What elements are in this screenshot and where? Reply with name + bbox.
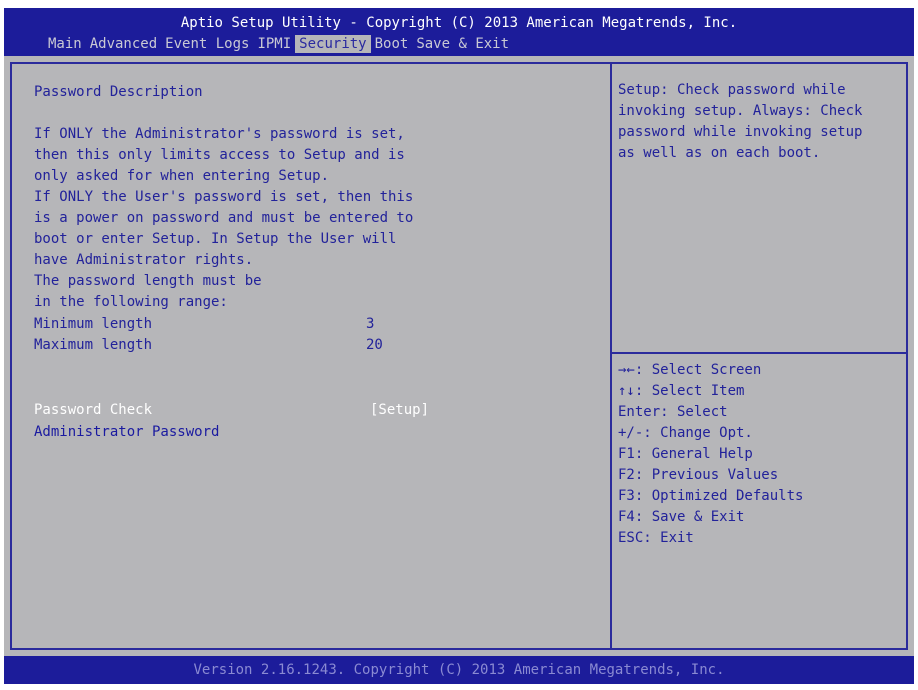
tab-bar: Main Advanced Event Logs IPMI Security B… xyxy=(44,35,513,53)
key-select-screen: →←: Select Screen xyxy=(618,362,762,378)
version-footer: Version 2.16.1243. Copyright (C) 2013 Am… xyxy=(193,662,725,678)
key-f3: F3: Optimized Defaults xyxy=(618,488,804,504)
description-line: If ONLY the Administrator's password is … xyxy=(34,126,405,142)
description-line: The password length must be xyxy=(34,273,262,289)
help-line: invoking setup. Always: Check xyxy=(618,103,863,119)
min-length-value: 3 xyxy=(366,316,375,332)
key-f2: F2: Previous Values xyxy=(618,467,779,483)
description-line: only asked for when entering Setup. xyxy=(34,168,330,184)
help-line: password while invoking setup xyxy=(618,124,863,140)
description-line: have Administrator rights. xyxy=(34,252,254,268)
description-line: then this only limits access to Setup an… xyxy=(34,147,405,163)
key-f1: F1: General Help xyxy=(618,446,753,462)
tab-boot[interactable]: Boot xyxy=(371,35,413,53)
footer-bar: Version 2.16.1243. Copyright (C) 2013 Am… xyxy=(4,656,914,684)
header-bar: Aptio Setup Utility - Copyright (C) 2013… xyxy=(4,8,914,56)
key-f4: F4: Save & Exit xyxy=(618,509,745,525)
key-change-opt: +/-: Change Opt. xyxy=(618,425,753,441)
max-length-label: Maximum length xyxy=(34,337,153,353)
description-line: is a power on password and must be enter… xyxy=(34,210,414,226)
password-check-item[interactable]: Password Check xyxy=(34,400,152,420)
administrator-password-item[interactable]: Administrator Password xyxy=(34,422,219,442)
help-line: Setup: Check password while xyxy=(618,82,846,98)
help-line: as well as on each boot. xyxy=(618,145,821,161)
help-divider xyxy=(612,352,906,354)
key-select-item: ↑↓: Select Item xyxy=(618,383,745,399)
description-line: boot or enter Setup. In Setup the User w… xyxy=(34,231,397,247)
description-line: in the following range: xyxy=(34,294,228,310)
min-length-label: Minimum length xyxy=(34,316,153,332)
app-title: Aptio Setup Utility - Copyright (C) 2013… xyxy=(180,15,738,31)
password-description-heading: Password Description xyxy=(34,84,203,100)
tab-save-exit[interactable]: Save & Exit xyxy=(412,35,513,53)
tab-security[interactable]: Security xyxy=(295,35,371,53)
tab-ipmi[interactable]: IPMI xyxy=(253,35,295,53)
password-check-value[interactable]: [Setup] xyxy=(370,400,429,420)
description-line: If ONLY the User's password is set, then… xyxy=(34,189,414,205)
tab-event-logs[interactable]: Event Logs xyxy=(161,35,253,53)
bios-screen: Aptio Setup Utility - Copyright (C) 2013… xyxy=(4,8,914,684)
key-esc: ESC: Exit xyxy=(618,530,694,546)
key-enter: Enter: Select xyxy=(618,404,728,420)
max-length-value: 20 xyxy=(366,337,383,353)
tab-advanced[interactable]: Advanced xyxy=(86,35,161,53)
tab-main[interactable]: Main xyxy=(44,35,86,53)
